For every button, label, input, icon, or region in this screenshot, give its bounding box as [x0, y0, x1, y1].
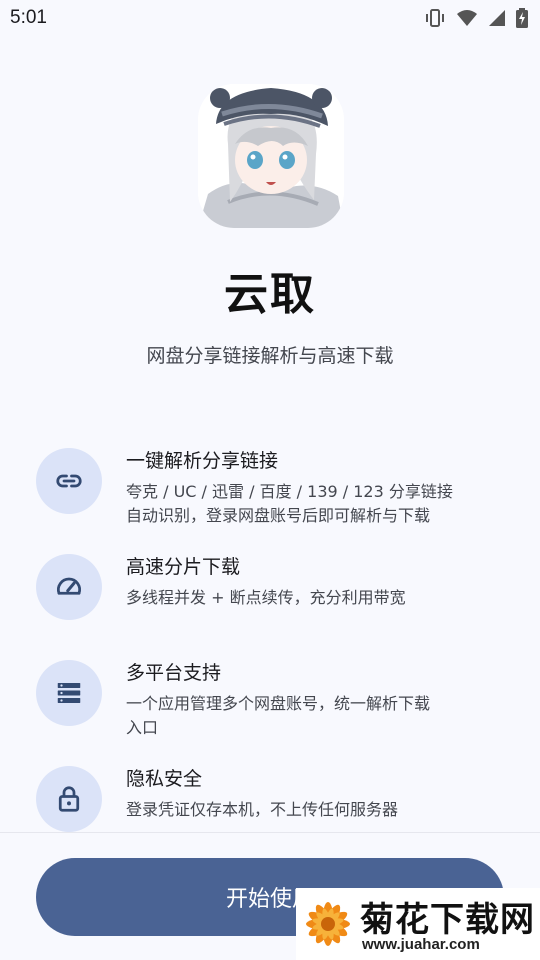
link-icon	[36, 448, 102, 514]
feature-desc-line: 登录凭证仅存本机，不上传任何服务器	[126, 800, 399, 819]
vibrate-icon	[424, 8, 446, 28]
flower-logo-icon	[306, 902, 350, 946]
feature-desc-line: 自动识别，登录网盘账号后即可解析与下载	[126, 506, 431, 525]
wifi-icon	[456, 9, 478, 27]
feature-desc-line: 一个应用管理多个网盘账号，统一解析下载	[126, 694, 431, 713]
feature-multi-platform: 多平台支持 一个应用管理多个网盘账号，统一解析下载 入口	[36, 660, 516, 740]
feature-title: 隐私安全	[126, 768, 203, 790]
status-icons	[424, 8, 528, 28]
battery-charging-icon	[516, 8, 528, 28]
feature-desc: 夸克 / UC / 迅雷 / 百度 / 139 / 123 分享链接 自动识别，…	[126, 480, 453, 528]
status-time: 5:01	[10, 7, 47, 28]
lock-icon	[36, 766, 102, 832]
feature-desc: 多线程并发 + 断点续传，充分利用带宽	[126, 586, 406, 610]
feature-desc-line: 夸克 / UC / 迅雷 / 百度 / 139 / 123 分享链接	[126, 482, 453, 501]
divider	[0, 832, 540, 833]
feature-desc-line: 多线程并发 + 断点续传，充分利用带宽	[126, 588, 406, 607]
feature-title: 高速分片下载	[126, 556, 241, 578]
feature-desc-line: 入口	[126, 718, 159, 737]
status-bar: 5:01	[0, 0, 540, 36]
watermark-url: www.juahar.com	[362, 936, 480, 953]
feature-privacy: 隐私安全 登录凭证仅存本机，不上传任何服务器	[36, 766, 516, 832]
storage-icon	[36, 660, 102, 726]
signal-icon	[488, 9, 506, 27]
speedometer-icon	[36, 554, 102, 620]
watermark: 菊花下载网 www.juahar.com	[296, 888, 540, 960]
feature-title: 一键解析分享链接	[126, 450, 279, 472]
feature-desc: 登录凭证仅存本机，不上传任何服务器	[126, 798, 398, 822]
feature-link-parse: 一键解析分享链接 夸克 / UC / 迅雷 / 百度 / 139 / 123 分…	[36, 448, 516, 528]
watermark-name: 菊花下载网	[360, 900, 535, 940]
app-subtitle: 网盘分享链接解析与高速下载	[146, 345, 394, 367]
feature-high-speed: 高速分片下载 多线程并发 + 断点续传，充分利用带宽	[36, 554, 516, 620]
app-title: 云取	[224, 269, 316, 320]
feature-title: 多平台支持	[126, 662, 222, 684]
app-logo	[198, 84, 344, 228]
feature-desc: 一个应用管理多个网盘账号，统一解析下载 入口	[126, 692, 430, 740]
